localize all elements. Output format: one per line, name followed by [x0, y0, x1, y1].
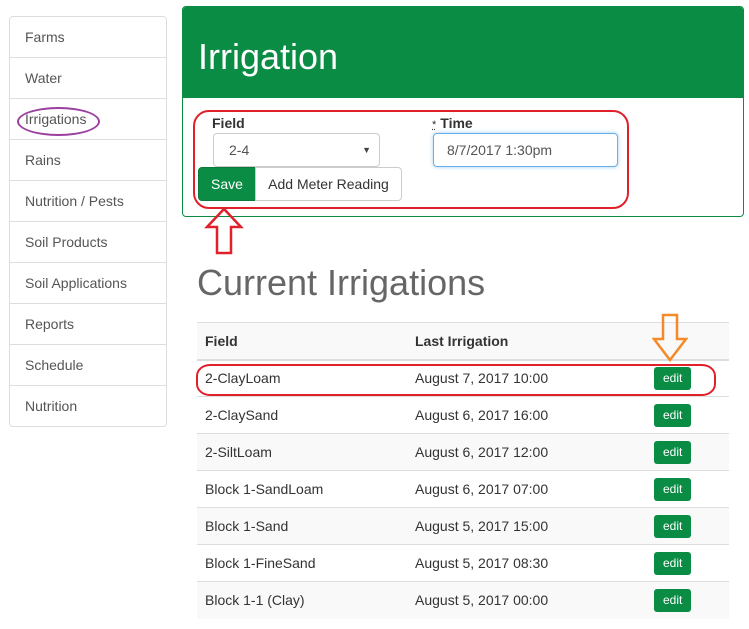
sidebar-item-schedule[interactable]: Schedule — [10, 344, 166, 385]
edit-button[interactable]: edit — [654, 440, 692, 464]
table-row: Block 1-1 (Clay) August 5, 2017 00:00 ed… — [197, 581, 729, 619]
cell-field: 2-ClaySand — [197, 396, 407, 434]
header-last-irrigation: Last Irrigation — [407, 322, 642, 361]
time-input-value: 8/7/2017 1:30pm — [447, 142, 553, 158]
required-marker: * — [432, 119, 437, 131]
edit-button[interactable]: edit — [654, 403, 692, 427]
dropdown-caret-icon: ▼ — [362, 145, 371, 155]
sidebar-item-nutrition[interactable]: Nutrition — [10, 385, 166, 426]
cell-last-irrigation: August 5, 2017 00:00 — [407, 581, 642, 619]
table-row: 2-SiltLoam August 6, 2017 12:00 edit — [197, 433, 729, 471]
save-button[interactable]: Save — [198, 167, 256, 201]
down-arrow-annotation-icon — [652, 313, 688, 363]
cell-last-irrigation: August 7, 2017 10:00 — [407, 359, 642, 397]
cell-field: 2-SiltLoam — [197, 433, 407, 471]
sidebar-nav: Farms Water Irrigations Rains Nutrition … — [9, 16, 167, 427]
table-row: Block 1-Sand August 5, 2017 15:00 edit — [197, 507, 729, 545]
time-label-text: Time — [440, 115, 473, 131]
cell-last-irrigation: August 6, 2017 07:00 — [407, 470, 642, 508]
irrigations-table: Field Last Irrigation 2-ClayLoam August … — [197, 322, 729, 619]
field-select-value: 2-4 — [229, 142, 250, 158]
cell-last-irrigation: August 5, 2017 08:30 — [407, 544, 642, 582]
table-header-row: Field Last Irrigation — [197, 322, 729, 361]
field-label: Field — [212, 115, 245, 131]
edit-button[interactable]: edit — [654, 477, 692, 501]
time-label: * Time — [432, 115, 473, 131]
sidebar-item-irrigations[interactable]: Irrigations — [10, 98, 166, 139]
cell-last-irrigation: August 5, 2017 15:00 — [407, 507, 642, 545]
edit-button[interactable]: edit — [654, 366, 692, 390]
cell-field: Block 1-SandLoam — [197, 470, 407, 508]
cell-last-irrigation: August 6, 2017 16:00 — [407, 396, 642, 434]
sidebar-item-reports[interactable]: Reports — [10, 303, 166, 344]
edit-button[interactable]: edit — [654, 551, 692, 575]
sidebar-item-rains[interactable]: Rains — [10, 139, 166, 180]
table-row: 2-ClayLoam August 7, 2017 10:00 edit — [197, 359, 729, 397]
cell-field: Block 1-FineSand — [197, 544, 407, 582]
up-arrow-annotation-icon — [204, 207, 244, 255]
sidebar-item-soil-applications[interactable]: Soil Applications — [10, 262, 166, 303]
cell-field: Block 1-1 (Clay) — [197, 581, 407, 619]
time-input[interactable]: 8/7/2017 1:30pm — [433, 133, 618, 167]
table-row: Block 1-FineSand August 5, 2017 08:30 ed… — [197, 544, 729, 582]
sidebar-item-nutrition-pests[interactable]: Nutrition / Pests — [10, 180, 166, 221]
sidebar-item-soil-products[interactable]: Soil Products — [10, 221, 166, 262]
current-irrigations-title: Current Irrigations — [197, 262, 486, 303]
table-row: 2-ClaySand August 6, 2017 16:00 edit — [197, 396, 729, 434]
add-meter-reading-button[interactable]: Add Meter Reading — [255, 167, 402, 201]
sidebar-item-farms[interactable]: Farms — [10, 17, 166, 57]
header-field: Field — [197, 322, 407, 361]
table-row: Block 1-SandLoam August 6, 2017 07:00 ed… — [197, 470, 729, 508]
cell-field: Block 1-Sand — [197, 507, 407, 545]
sidebar-item-water[interactable]: Water — [10, 57, 166, 98]
panel-title: Irrigation — [183, 7, 743, 98]
cell-field: 2-ClayLoam — [197, 359, 407, 397]
cell-last-irrigation: August 6, 2017 12:00 — [407, 433, 642, 471]
field-select[interactable]: 2-4 ▼ — [213, 133, 380, 167]
edit-button[interactable]: edit — [654, 588, 692, 612]
edit-button[interactable]: edit — [654, 514, 692, 538]
